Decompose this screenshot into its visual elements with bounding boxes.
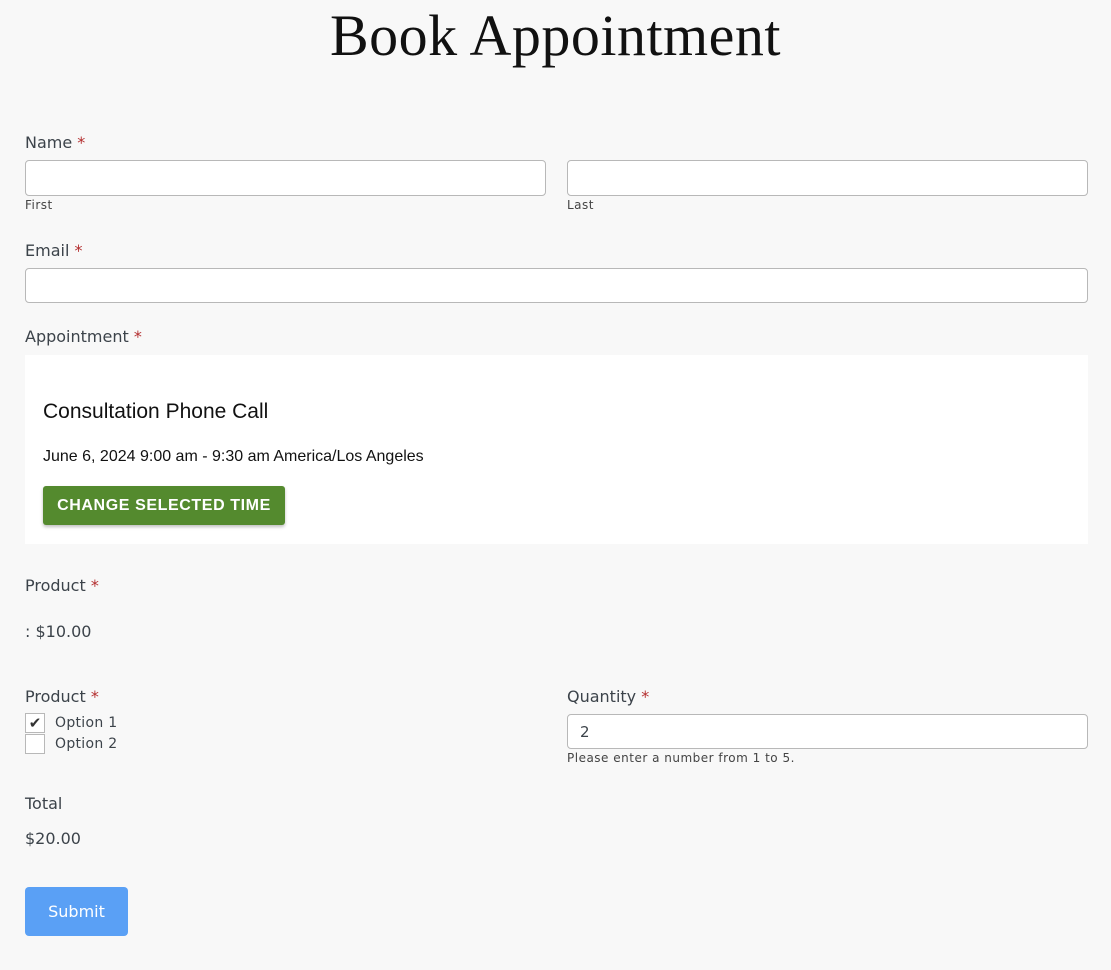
quantity-label-text: Quantity [567,687,637,706]
submit-button[interactable]: Submit [25,887,128,936]
quantity-required-mark: * [641,687,650,706]
name-label: Name * [25,133,85,152]
total-value: $20.00 [25,829,81,848]
product-required-mark: * [90,576,99,595]
appointment-datetime: June 6, 2024 9:00 am - 9:30 am America/L… [43,448,424,465]
first-name-sublabel: First [25,198,53,212]
appointment-label: Appointment * [25,327,142,346]
product-options-label: Product * [25,687,99,706]
product-options-label-text: Product [25,687,86,706]
option-1-label[interactable]: Option 1 [55,715,117,731]
option-2-row[interactable]: Option 2 [25,734,117,754]
email-label: Email * [25,241,82,260]
email-input[interactable] [25,268,1088,303]
option-2-checkbox[interactable] [25,734,45,754]
change-selected-time-button[interactable]: CHANGE SELECTED TIME [43,486,285,525]
last-name-input[interactable] [567,160,1088,196]
appointment-service-title: Consultation Phone Call [43,400,269,423]
product-label-text: Product [25,576,86,595]
option-1-row[interactable]: ✔ Option 1 [25,713,117,733]
quantity-input[interactable] [567,714,1088,749]
product-options-required-mark: * [90,687,99,706]
appointment-required-mark: * [133,327,142,346]
product-price: : $10.00 [25,622,92,641]
appointment-label-text: Appointment [25,327,129,346]
name-label-text: Name [25,133,73,152]
quantity-hint: Please enter a number from 1 to 5. [567,751,795,765]
page-title: Book Appointment [329,3,782,68]
total-label: Total [25,794,63,813]
product-label: Product * [25,576,99,595]
quantity-label: Quantity * [567,687,649,706]
option-2-label[interactable]: Option 2 [55,736,117,752]
email-required-mark: * [74,241,83,260]
name-required-mark: * [77,133,86,152]
option-1-checkbox[interactable]: ✔ [25,713,45,733]
last-name-sublabel: Last [567,198,594,212]
first-name-input[interactable] [25,160,546,196]
email-label-text: Email [25,241,70,260]
